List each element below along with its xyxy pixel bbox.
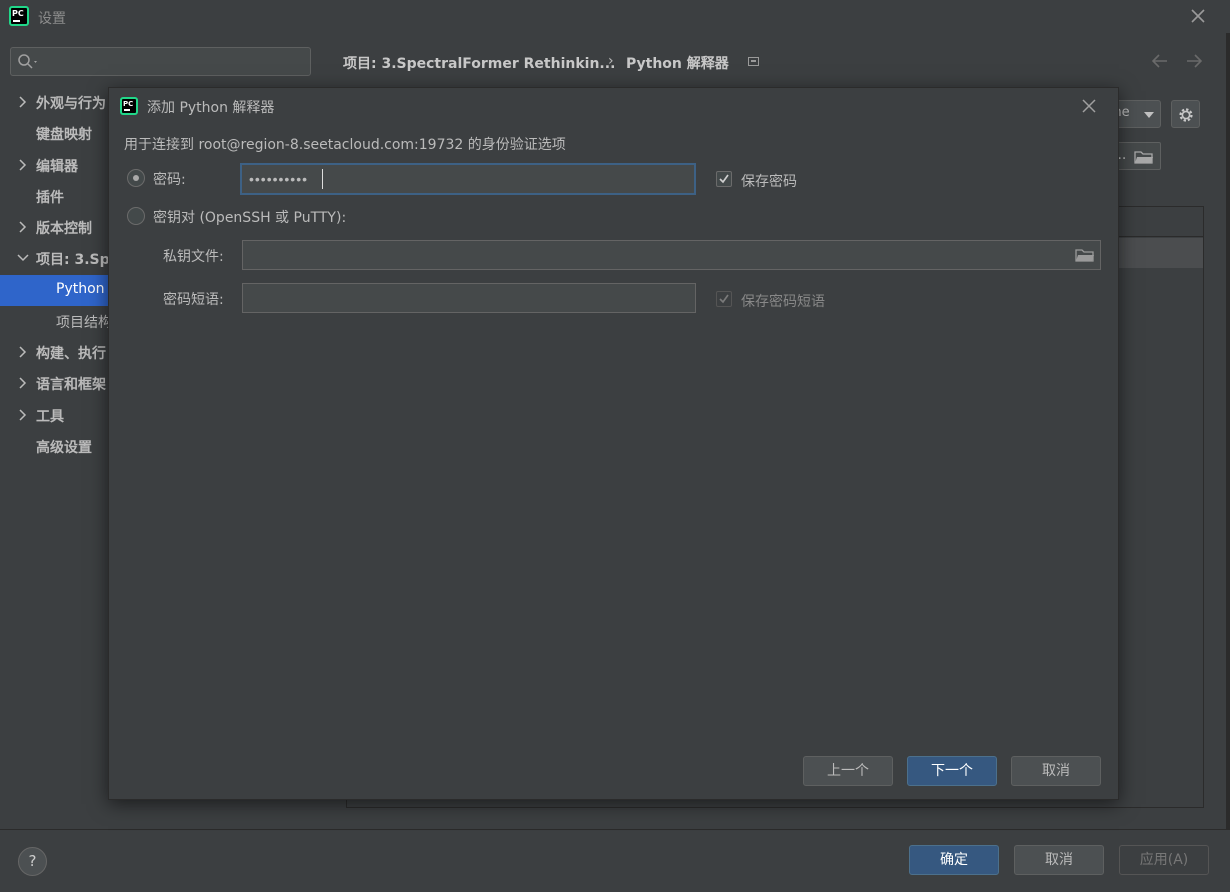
sidebar-item-label: 高级设置 (36, 440, 92, 456)
sidebar-item-label: 工具 (36, 409, 64, 425)
passphrase-label: 密码短语: (163, 292, 224, 308)
save-passphrase-checkbox[interactable] (716, 291, 732, 307)
add-interpreter-dialog: PC 添加 Python 解释器 用于连接到 root@region-8.see… (108, 87, 1119, 800)
breadcrumb-separator: › (608, 53, 614, 69)
sidebar-item-label: 构建、执行 (36, 346, 106, 362)
private-key-label: 私钥文件: (163, 249, 224, 265)
chevron-right-icon[interactable] (16, 345, 30, 359)
window-title: 设置 (38, 11, 66, 27)
chevron-down-icon (1144, 112, 1154, 118)
pycharm-logo-icon: PC (9, 6, 29, 26)
ok-button[interactable]: 确定 (909, 845, 999, 875)
cancel-button[interactable]: 取消 (1014, 845, 1104, 875)
chevron-right-icon[interactable] (16, 408, 30, 422)
password-input[interactable] (249, 169, 679, 189)
checkmark-icon (719, 294, 729, 304)
window-icon (748, 57, 759, 66)
chevron-right-icon[interactable] (16, 376, 30, 390)
passphrase-input[interactable] (250, 288, 680, 308)
text-caret (322, 169, 323, 189)
next-button[interactable]: 下一个 (907, 756, 997, 786)
auth-description: 用于连接到 root@region-8.seetacloud.com:19732… (124, 137, 566, 153)
sidebar-item-label: Python (56, 281, 105, 297)
settings-footer: ? 确定 取消 应用(A) (0, 829, 1230, 892)
dialog-cancel-button[interactable]: 取消 (1011, 756, 1101, 786)
window-edge (1226, 33, 1230, 829)
chevron-right-icon[interactable] (16, 158, 30, 172)
sidebar-item-label: 插件 (36, 190, 64, 206)
sidebar-item-label: 语言和框架 (36, 377, 106, 393)
chevron-right-icon[interactable] (16, 220, 30, 234)
save-passphrase-label: 保存密码短语 (741, 294, 825, 310)
apply-button[interactable]: 应用(A) (1119, 845, 1209, 875)
password-option-label: 密码: (153, 172, 186, 188)
search-input[interactable] (47, 51, 302, 71)
sidebar-item-label: 项目结构 (56, 315, 112, 331)
window-titlebar: PC 设置 (0, 0, 1230, 33)
save-password-label: 保存密码 (741, 174, 797, 190)
sidebar-item-label: 版本控制 (36, 221, 92, 237)
arrow-left-icon[interactable] (1150, 51, 1170, 71)
folder-icon[interactable] (1075, 248, 1095, 262)
dialog-title: 添加 Python 解释器 (147, 100, 275, 116)
sidebar-item-label: 编辑器 (36, 159, 78, 175)
password-radio[interactable] (127, 169, 145, 187)
private-key-field[interactable] (242, 240, 1101, 270)
keypair-option-label: 密钥对 (OpenSSH 或 PuTTY): (153, 210, 347, 226)
settings-search[interactable] (10, 47, 311, 76)
chevron-down-icon[interactable] (16, 251, 30, 265)
close-icon[interactable] (1188, 6, 1208, 26)
sidebar-item-label: 外观与行为 (36, 96, 106, 112)
close-icon[interactable] (1080, 97, 1098, 115)
search-icon (18, 54, 37, 69)
save-password-checkbox[interactable] (716, 171, 732, 187)
arrow-right-icon[interactable] (1184, 51, 1204, 71)
keypair-radio[interactable] (127, 207, 145, 225)
breadcrumb-project[interactable]: 项目: 3.SpectralFormer Rethinkin... (343, 53, 615, 73)
pycharm-logo-icon: PC (120, 97, 138, 115)
gear-icon (1179, 108, 1193, 122)
help-button[interactable]: ? (18, 847, 47, 876)
checkmark-icon (719, 174, 729, 184)
folder-icon (1134, 151, 1153, 164)
interpreter-settings-button[interactable] (1171, 100, 1200, 128)
chevron-right-icon[interactable] (16, 95, 30, 109)
previous-button[interactable]: 上一个 (803, 756, 893, 786)
passphrase-field[interactable] (242, 283, 696, 313)
password-field[interactable] (240, 163, 696, 195)
breadcrumb-page: Python 解释器 (626, 56, 729, 72)
private-key-input[interactable] (250, 245, 1050, 265)
sidebar-item-label: 键盘映射 (36, 127, 92, 143)
